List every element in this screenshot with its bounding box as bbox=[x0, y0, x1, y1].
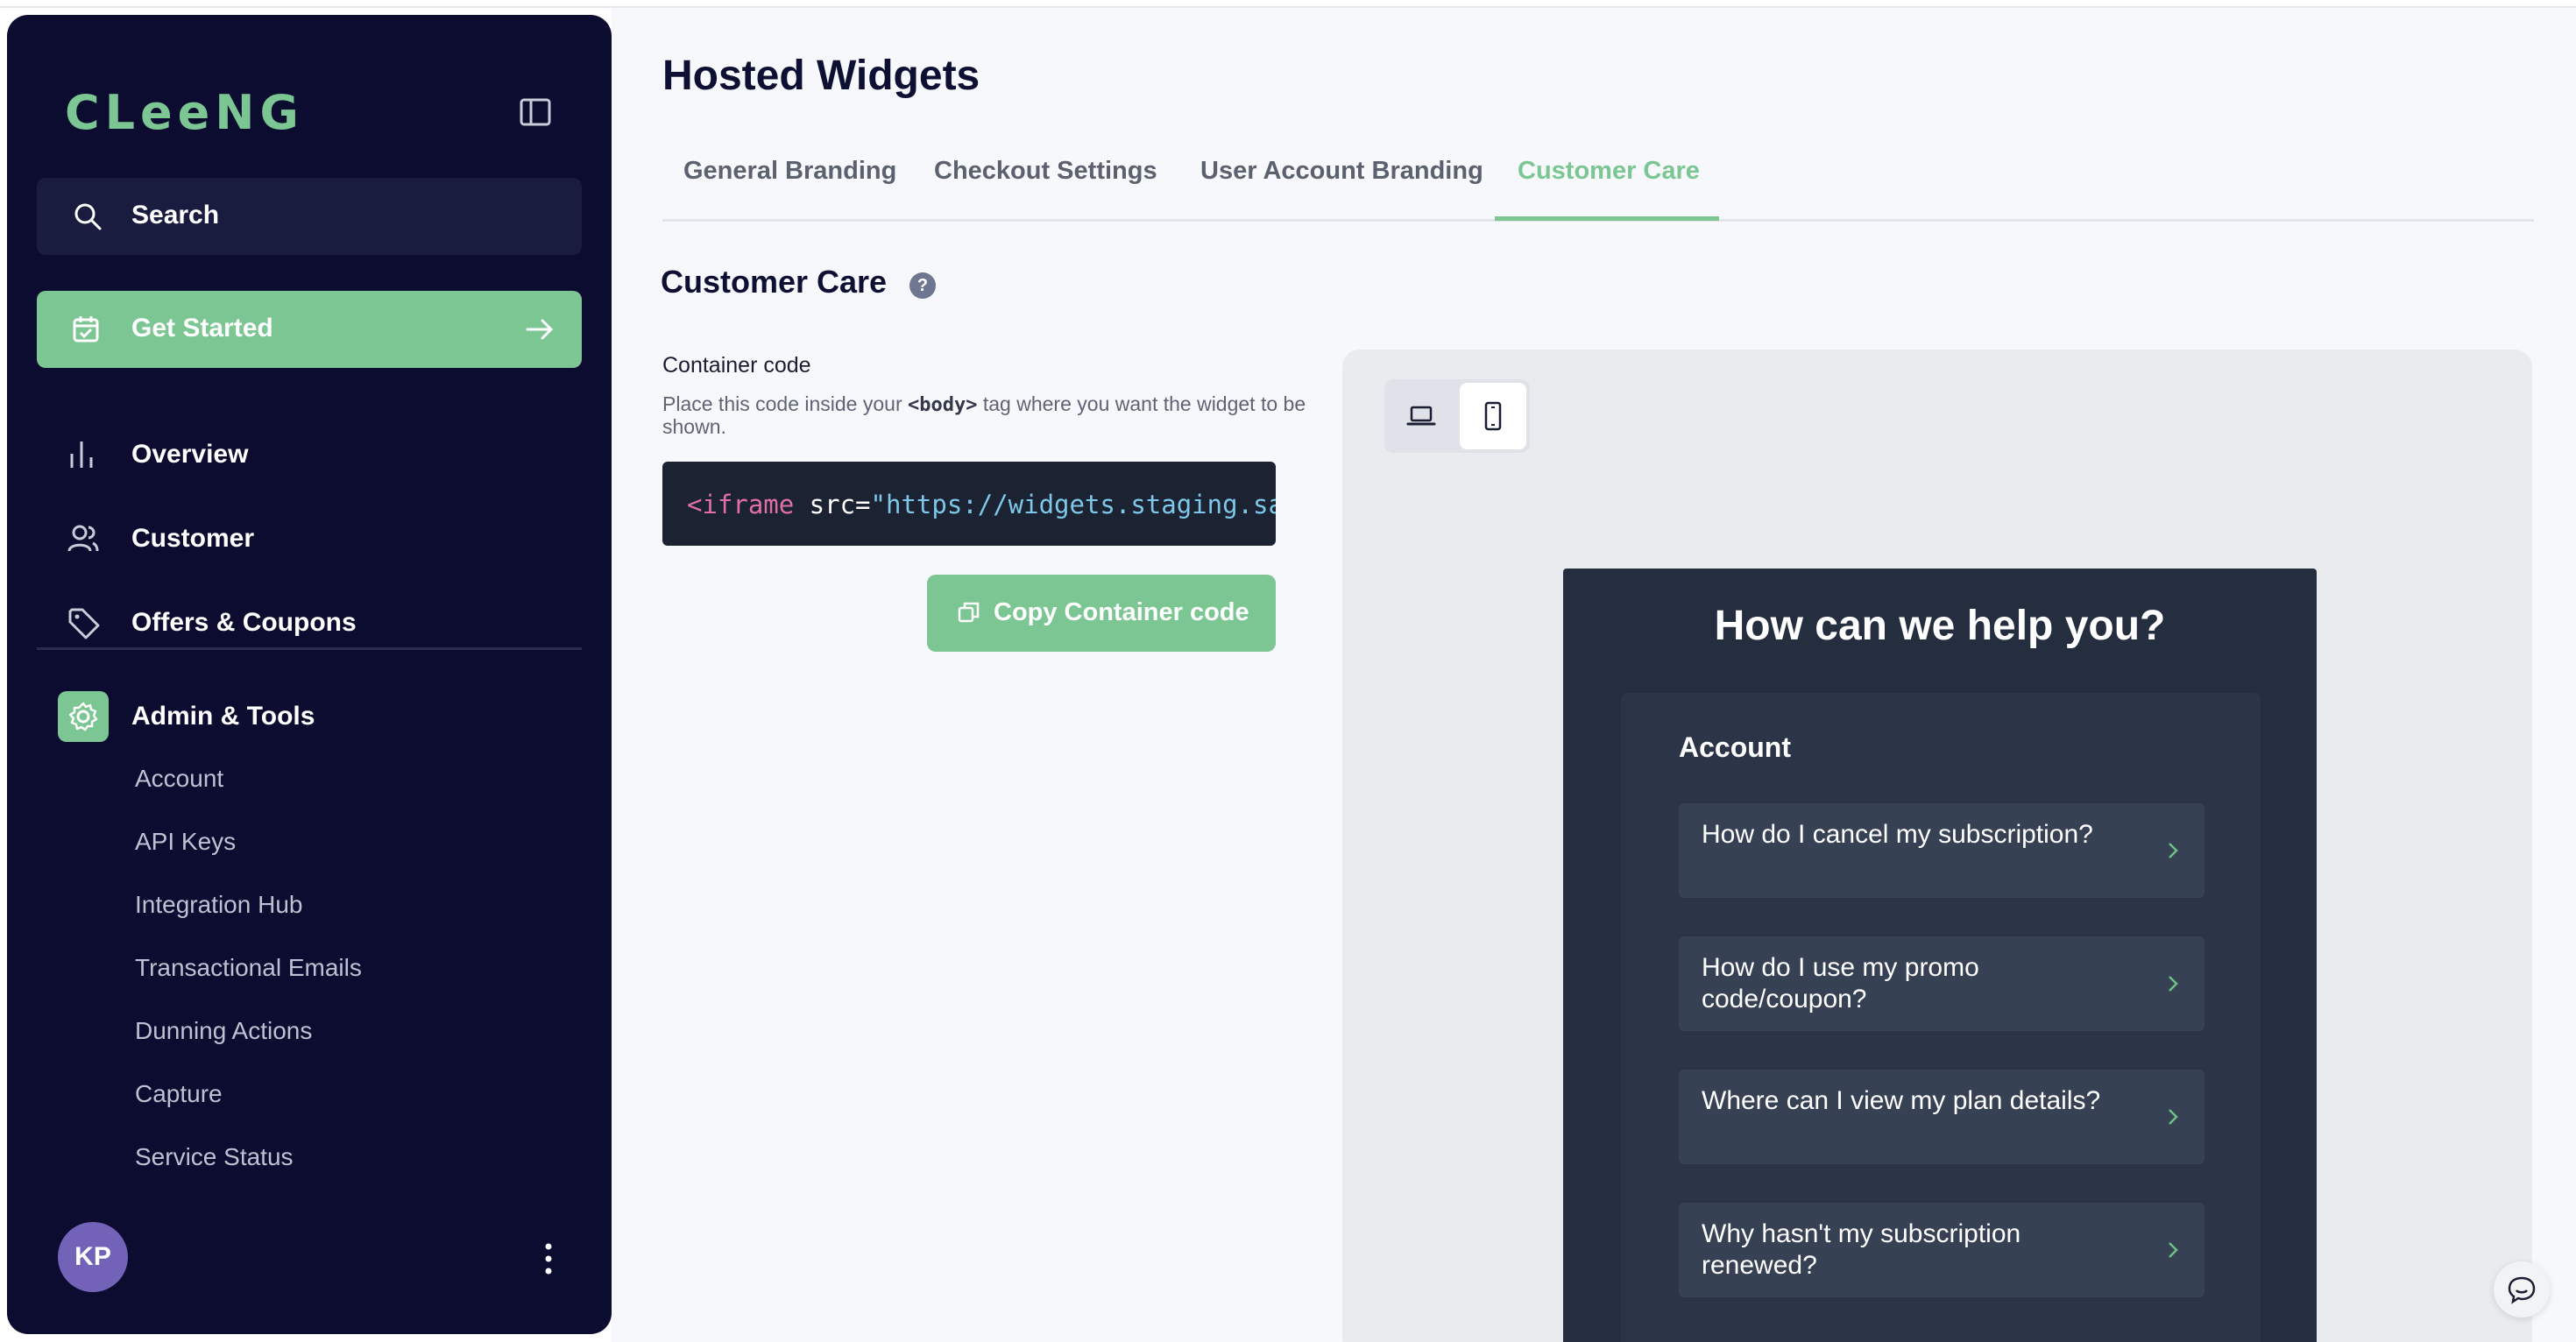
get-started-label: Get Started bbox=[131, 314, 273, 343]
sidebar-item-customer[interactable]: Customer bbox=[37, 508, 582, 569]
chevron-right-icon bbox=[2169, 1109, 2178, 1125]
sidebar-subitem-dunning-actions[interactable]: Dunning Actions bbox=[135, 1017, 312, 1045]
faq-question: How do I cancel my subscription? bbox=[1702, 820, 2093, 849]
sidebar-item-overview[interactable]: Overview bbox=[37, 424, 582, 485]
page-title: Hosted Widgets bbox=[662, 53, 980, 99]
sidebar-item-label: Overview bbox=[131, 440, 249, 469]
chat-support-button[interactable] bbox=[2494, 1261, 2550, 1317]
sidebar-item-admin-tools[interactable]: Admin & Tools bbox=[37, 686, 582, 747]
search-icon bbox=[72, 201, 103, 237]
sidebar-subitem-api-keys[interactable]: API Keys bbox=[135, 828, 236, 856]
user-avatar[interactable]: KP bbox=[58, 1222, 128, 1292]
account-heading: Account bbox=[1679, 731, 1791, 763]
container-code-snippet: <iframe src="https://widgets.staging.san… bbox=[687, 490, 1276, 519]
copy-icon bbox=[958, 602, 980, 623]
chat-icon bbox=[2508, 1276, 2536, 1304]
smartphone-icon bbox=[1484, 401, 1502, 431]
sidebar-subitem-transactional-emails[interactable]: Transactional Emails bbox=[135, 954, 362, 982]
get-started-button[interactable]: Get Started bbox=[37, 291, 582, 368]
help-icon[interactable]: ? bbox=[909, 272, 936, 299]
widget-title: How can we help you? bbox=[1714, 603, 2166, 649]
faq-item[interactable]: Where can I view my plan details? bbox=[1679, 1070, 2204, 1164]
faq-question: Where can I view my plan details? bbox=[1702, 1086, 2101, 1115]
faq-item[interactable]: How do I cancel my subscription? bbox=[1679, 803, 2204, 898]
widget-preview-panel: How can we help you? Account How do I ca… bbox=[1342, 350, 2532, 1342]
calendar-check-icon bbox=[70, 314, 102, 350]
tab-general-branding[interactable]: General Branding bbox=[683, 157, 896, 186]
sidebar-subitem-capture[interactable]: Capture bbox=[135, 1080, 223, 1108]
chevron-right-icon bbox=[2169, 843, 2178, 858]
device-toggle bbox=[1384, 379, 1530, 453]
sidebar-subitem-account[interactable]: Account bbox=[135, 765, 223, 793]
container-code-hint: Place this code inside your <body> tag w… bbox=[662, 392, 1306, 438]
tab-checkout-settings[interactable]: Checkout Settings bbox=[934, 157, 1157, 186]
account-faq-card: Account How do I cancel my subscription?… bbox=[1621, 693, 2261, 1342]
main-content: Hosted Widgets General Branding Checkout… bbox=[612, 8, 2576, 1342]
sidebar-subitem-service-status[interactable]: Service Status bbox=[135, 1143, 294, 1171]
more-vertical-icon[interactable] bbox=[531, 1240, 566, 1278]
tab-bar: General Branding Checkout Settings User … bbox=[662, 139, 2534, 222]
window-top-edge bbox=[0, 0, 2576, 8]
faq-item[interactable]: Why hasn't my subscription renewed? bbox=[1679, 1203, 2204, 1297]
container-code-box[interactable]: <iframe src="https://widgets.staging.san… bbox=[662, 462, 1276, 546]
nav-divider bbox=[37, 647, 582, 650]
cleeng-logo[interactable]: CLeeNG bbox=[65, 85, 304, 140]
chevron-right-icon bbox=[2169, 1242, 2178, 1258]
active-tab-indicator bbox=[1495, 216, 1719, 221]
search-input[interactable]: Search bbox=[37, 178, 582, 255]
faq-question: Why hasn't my subscription renewed? bbox=[1702, 1219, 2021, 1280]
container-code-label: Container code bbox=[662, 353, 811, 378]
sidebar: CLeeNG Search Get Started Overview Custo… bbox=[7, 15, 612, 1334]
gear-icon bbox=[58, 691, 109, 742]
sidebar-subitem-integration-hub[interactable]: Integration Hub bbox=[135, 891, 302, 919]
arrow-right-icon bbox=[524, 314, 556, 350]
tab-user-account-branding[interactable]: User Account Branding bbox=[1200, 157, 1483, 186]
faq-item[interactable]: How do I use my promo code/coupon? bbox=[1679, 936, 2204, 1031]
sidebar-collapse-icon[interactable] bbox=[518, 95, 553, 130]
body-tag-code: <body> bbox=[908, 394, 978, 416]
laptop-icon bbox=[1406, 406, 1436, 426]
tag-icon bbox=[67, 606, 102, 646]
faq-question: How do I use my promo code/coupon? bbox=[1702, 953, 1979, 1014]
mobile-view-button[interactable] bbox=[1460, 383, 1526, 449]
chevron-right-icon bbox=[2169, 976, 2178, 992]
section-title: Customer Care bbox=[661, 264, 888, 300]
sidebar-item-label: Customer bbox=[131, 524, 255, 553]
bar-chart-icon bbox=[67, 438, 98, 476]
sidebar-item-offers-coupons[interactable]: Offers & Coupons bbox=[37, 592, 582, 653]
copy-button-label: Copy Container code bbox=[994, 598, 1249, 626]
copy-container-code-button[interactable]: Copy Container code bbox=[927, 575, 1276, 652]
sidebar-item-label: Offers & Coupons bbox=[131, 608, 357, 637]
customer-care-widget-preview: How can we help you? Account How do I ca… bbox=[1563, 569, 2317, 1342]
desktop-view-button[interactable] bbox=[1388, 383, 1454, 449]
sidebar-item-label: Admin & Tools bbox=[131, 702, 315, 731]
search-label: Search bbox=[131, 201, 220, 230]
users-icon bbox=[67, 522, 100, 560]
tab-customer-care[interactable]: Customer Care bbox=[1518, 157, 1700, 186]
